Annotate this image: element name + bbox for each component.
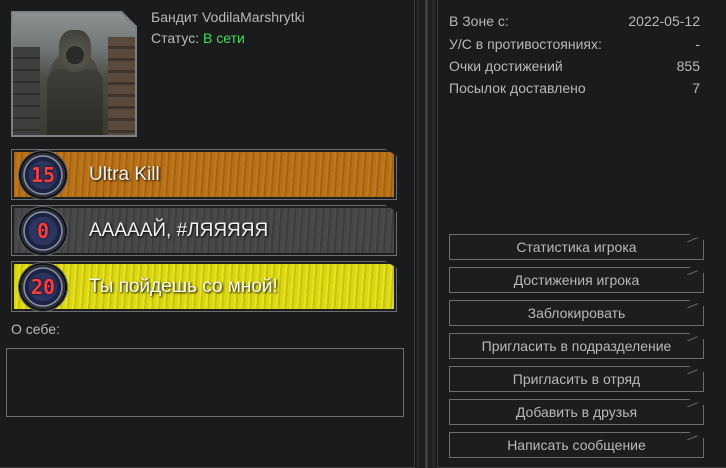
invite-to-squad-button[interactable]: Пригласить в отряд [449,366,704,392]
achievement-title: Ты пойдешь со мной! [89,276,278,297]
avatar-frame [11,11,137,137]
achievement-come-with-me[interactable]: 20 Ты пойдешь со мной! [11,261,397,312]
achievement-badge-number: 15 [30,163,56,187]
status-value: В сети [203,30,245,46]
stat-label: Посылок доставлено [449,80,586,96]
divider-rail [425,0,428,468]
stat-in-zone-since: В Зоне с: 2022-05-12 [449,13,700,29]
status-line: Статус: В сети [151,30,245,46]
stat-kd-ratio: У/С в противостояниях: - [449,36,700,52]
achievement-title: Ultra Kill [89,164,160,185]
status-label: Статус: [151,30,200,46]
avatar-background-building-right [108,37,135,135]
stat-label: У/С в противостояниях: [449,36,602,52]
avatar [13,13,135,135]
stat-value: 855 [676,58,700,74]
achievement-aaaaai[interactable]: 0 АААААЙ, #ЛЯЯЯЯЯ [11,205,397,256]
panel-divider[interactable] [415,0,437,468]
achievement-title: АААААЙ, #ЛЯЯЯЯЯ [89,220,269,241]
stat-value: - [695,36,700,52]
avatar-figure-gasmask [59,30,92,72]
player-achievements-button[interactable]: Достижения игрока [449,267,704,293]
avatar-background-building-left [13,47,40,135]
stat-achievement-points: Очки достижений 855 [449,58,700,74]
stat-label: Очки достижений [449,58,563,74]
stat-value: 2022-05-12 [628,13,700,29]
about-text-box[interactable] [6,348,404,417]
achievement-badge-number: 20 [30,275,56,299]
player-stats-button[interactable]: Статистика игрока [449,234,704,260]
achievement-badge-number: 0 [36,219,50,243]
stat-label: В Зоне с: [449,13,509,29]
stat-value: 7 [692,80,700,96]
username: Бандит VodilaMarshrytki [151,9,305,25]
invite-to-division-button[interactable]: Пригласить в подразделение [449,333,704,359]
send-message-button[interactable]: Написать сообщение [449,432,704,458]
about-label: О себе: [11,321,60,337]
achievement-ultra-kill[interactable]: 15 Ultra Kill [11,149,397,200]
block-button[interactable]: Заблокировать [449,300,704,326]
add-friend-button[interactable]: Добавить в друзья [449,399,704,425]
avatar-figure-body [47,69,104,135]
achievement-badge-icon: 20 [21,265,65,309]
stat-packages-delivered: Посылок доставлено 7 [449,80,700,96]
achievement-badge-icon: 0 [21,209,65,253]
achievement-badge-icon: 15 [21,153,65,197]
